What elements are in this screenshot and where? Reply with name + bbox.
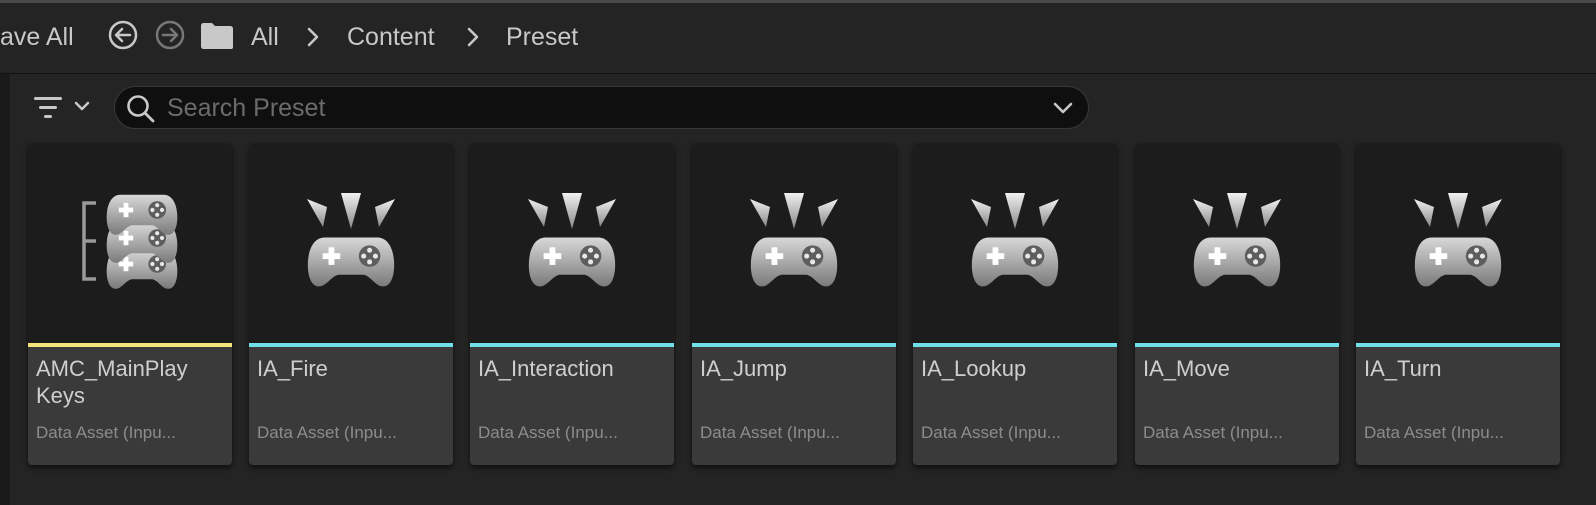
- chevron-right-icon: [307, 27, 319, 47]
- asset-thumbnail: [28, 143, 232, 343]
- search-box[interactable]: [114, 86, 1089, 129]
- folder-icon[interactable]: [200, 22, 234, 50]
- asset-type-color-strip: [692, 343, 896, 347]
- asset-tile[interactable]: IA_Interaction Data Asset (Inpu...: [470, 143, 674, 465]
- asset-type-label: Data Asset (Inpu...: [1364, 423, 1504, 442]
- chevron-right-icon: [467, 27, 479, 47]
- asset-type-color-strip: [470, 343, 674, 347]
- asset-name: IA_Move: [1143, 356, 1230, 381]
- input-action-icon: [750, 193, 838, 287]
- asset-name: IA_Lookup: [921, 356, 1027, 381]
- asset-thumbnail: [1356, 143, 1560, 343]
- content-browser-toolbar: ave All All Content Preset: [0, 3, 1596, 74]
- asset-type-color-strip: [1135, 343, 1339, 347]
- back-arrow-icon[interactable]: [107, 19, 139, 51]
- input-action-icon: [1414, 193, 1502, 287]
- asset-type-label: Data Asset (Inpu...: [921, 423, 1061, 442]
- breadcrumb-all[interactable]: All: [251, 21, 279, 53]
- asset-type-label: Data Asset (Inpu...: [1143, 423, 1283, 442]
- input-action-icon: [1193, 193, 1281, 287]
- asset-type-color-strip: [913, 343, 1117, 347]
- asset-thumbnail: [913, 143, 1117, 343]
- asset-tile[interactable]: IA_Turn Data Asset (Inpu...: [1356, 143, 1560, 465]
- asset-thumbnail: [249, 143, 453, 343]
- asset-tile[interactable]: AMC_MainPlay Keys Data Asset (Inpu...: [28, 143, 232, 465]
- breadcrumb-content[interactable]: Content: [347, 21, 435, 53]
- forward-arrow-icon[interactable]: [154, 19, 186, 51]
- asset-type-color-strip: [1356, 343, 1560, 347]
- asset-thumbnail: [692, 143, 896, 343]
- asset-name: AMC_MainPlay Keys: [36, 356, 188, 408]
- asset-tile[interactable]: IA_Fire Data Asset (Inpu...: [249, 143, 453, 465]
- asset-thumbnail: [470, 143, 674, 343]
- mapping-context-icon: [82, 194, 178, 289]
- breadcrumb-preset[interactable]: Preset: [506, 21, 578, 53]
- asset-name: IA_Jump: [700, 356, 787, 381]
- asset-tile[interactable]: IA_Lookup Data Asset (Inpu...: [913, 143, 1117, 465]
- input-action-icon: [971, 193, 1059, 287]
- asset-tile[interactable]: IA_Move Data Asset (Inpu...: [1135, 143, 1339, 465]
- asset-type-color-strip: [249, 343, 453, 347]
- search-input[interactable]: [165, 92, 1029, 124]
- save-all-button[interactable]: ave All: [0, 21, 74, 53]
- asset-type-label: Data Asset (Inpu...: [700, 423, 840, 442]
- asset-name: IA_Interaction: [478, 356, 614, 381]
- input-action-icon: [528, 193, 616, 287]
- asset-name: IA_Fire: [257, 356, 328, 381]
- asset-type-label: Data Asset (Inpu...: [36, 423, 176, 442]
- asset-name: IA_Turn: [1364, 356, 1442, 381]
- asset-type-label: Data Asset (Inpu...: [257, 423, 397, 442]
- asset-thumbnail: [1135, 143, 1339, 343]
- search-icon: [127, 95, 155, 123]
- asset-type-label: Data Asset (Inpu...: [478, 423, 618, 442]
- chevron-down-icon[interactable]: [1051, 99, 1075, 117]
- asset-tile[interactable]: IA_Jump Data Asset (Inpu...: [692, 143, 896, 465]
- asset-type-color-strip: [28, 343, 232, 347]
- filter-dropdown-icon[interactable]: [32, 95, 94, 121]
- input-action-icon: [307, 193, 395, 287]
